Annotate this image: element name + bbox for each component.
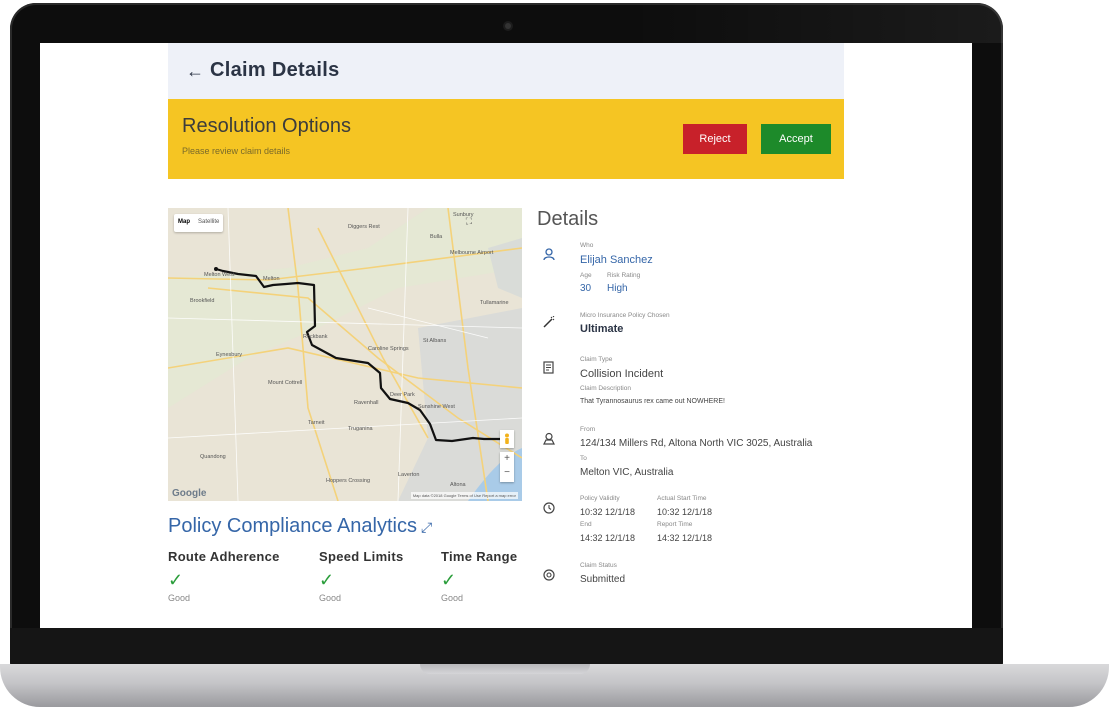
report-time-caption: Report Time [657,521,693,528]
claim-status-value: Submitted [580,574,626,585]
analytics-title: Policy Compliance Analytics [168,515,417,537]
check-icon: ✓ [168,570,184,590]
page-header: ← Claim Details [168,43,844,99]
arrow-left-icon[interactable]: ← [186,61,204,82]
magic-wand-icon [543,315,555,331]
expand-icon[interactable]: ⤢ [421,519,432,535]
map-toggle-map[interactable]: Map [174,214,194,232]
bezel [10,628,1003,668]
map-place-label: Rockbank [303,334,328,340]
who-caption: Who [580,242,594,249]
map-place-label: Altona [450,482,466,488]
map-place-label: St Albans [423,338,447,344]
policy-validity-value: 10:32 12/1/18 [580,507,636,517]
map-place-label: Melton West [204,272,235,278]
map-place-label: Eynesbury [216,352,242,358]
route-map[interactable]: Map Satellite ⛶ Diggers Rest Bulla Sunbu… [168,208,522,501]
metric-status: Good [441,593,464,603]
map-attribution[interactable]: Map data ©2018 Google Terms of Use Repor… [410,492,518,499]
laptop-notch [420,664,590,674]
metric-speed-limits: Speed Limits ✓ Good [319,549,404,603]
map-place-label: Sunshine West [418,404,455,410]
lid-shine [630,3,1003,43]
claim-description-value: That Tyrannosaurus rex came out NOWHERE! [580,398,725,405]
metric-time-range: Time Range ✓ Good [441,549,517,603]
from-caption: From [580,426,596,433]
banner-title: Resolution Options [182,115,351,137]
map-place-label: Tarneit [308,420,325,426]
age-caption: Age [580,272,592,279]
map-place-label: Laverton [398,472,420,478]
metric-route-adherence: Route Adherence ✓ Good [168,549,280,603]
zoom-control[interactable]: + − [500,452,514,482]
metric-status: Good [168,593,191,603]
actual-start-caption: Actual Start Time [657,495,707,502]
check-icon: ✓ [441,570,457,590]
page-title: Claim Details [210,59,340,81]
claim-status-caption: Claim Status [580,562,617,569]
map-place-label: Quandong [200,454,226,460]
screen: ← Claim Details Resolution Options Pleas… [40,43,972,628]
report-time-value: 14:32 12/1/18 [657,533,713,543]
from-address: 124/134 Millers Rd, Altona North VIC 302… [580,438,813,449]
document-icon [543,361,554,377]
map-place-label: Melbourne Airport [450,250,494,256]
person-icon [543,248,555,264]
actual-start-value: 10:32 12/1/18 [657,507,713,517]
reject-button[interactable]: Reject [683,124,747,154]
map-type-toggle[interactable]: Map Satellite [174,214,224,232]
accept-button[interactable]: Accept [761,124,831,154]
map-place-label: Truganina [348,426,373,432]
location-icon [543,432,555,448]
map-place-label: Caroline Springs [368,346,409,352]
end-value: 14:32 12/1/18 [580,533,636,543]
claim-type-value: Collision Incident [580,368,664,380]
map-place-label: Bulla [430,234,443,240]
camera-icon [505,23,511,29]
risk-caption: Risk Rating [607,272,641,279]
banner-subtitle: Please review claim details [182,146,291,156]
metric-label: Speed Limits [319,549,404,564]
metric-label: Route Adherence [168,549,280,564]
map-place-label: Brookfield [190,298,215,304]
policy-validity-caption: Policy Validity [580,495,620,502]
map-place-label: Hoppers Crossing [326,478,371,484]
metric-label: Time Range [441,549,518,564]
analytics-heading: Policy Compliance Analytics ⤢ [168,515,432,538]
to-address: Melton VIC, Australia [580,467,674,478]
claim-description-caption: Claim Description [580,385,631,392]
metric-status: Good [319,593,342,603]
claim-type-caption: Claim Type [580,356,613,363]
policy-value: Ultimate [580,323,624,335]
to-caption: To [580,455,587,462]
street-view-icon[interactable] [500,430,514,448]
map-place-label: Deer Park [390,392,415,398]
details-title: Details [537,208,599,230]
clock-icon [543,502,555,517]
check-icon: ✓ [319,570,335,590]
map-place-label: Sunbury [453,212,474,218]
status-icon [543,569,555,584]
resolution-banner: Resolution Options Please review claim d… [168,99,844,179]
map-place-label: Ravenhall [354,400,379,406]
map-toggle-satellite[interactable]: Satellite [194,214,223,232]
google-logo: Google [172,488,207,499]
end-caption: End [580,521,592,528]
map-place-label: Diggers Rest [348,224,380,230]
map-place-label: Melton [263,276,280,282]
zoom-in-icon[interactable]: + [500,452,514,466]
policy-caption: Micro Insurance Policy Chosen [580,312,670,319]
zoom-out-icon[interactable]: − [500,466,514,480]
map-place-label: Mount Cottrell [268,380,303,386]
risk-value: High [607,283,628,294]
claimant-name: Elijah Sanchez [580,254,653,266]
age-value: 30 [580,283,592,294]
map-place-label: Tullamarine [480,300,509,306]
